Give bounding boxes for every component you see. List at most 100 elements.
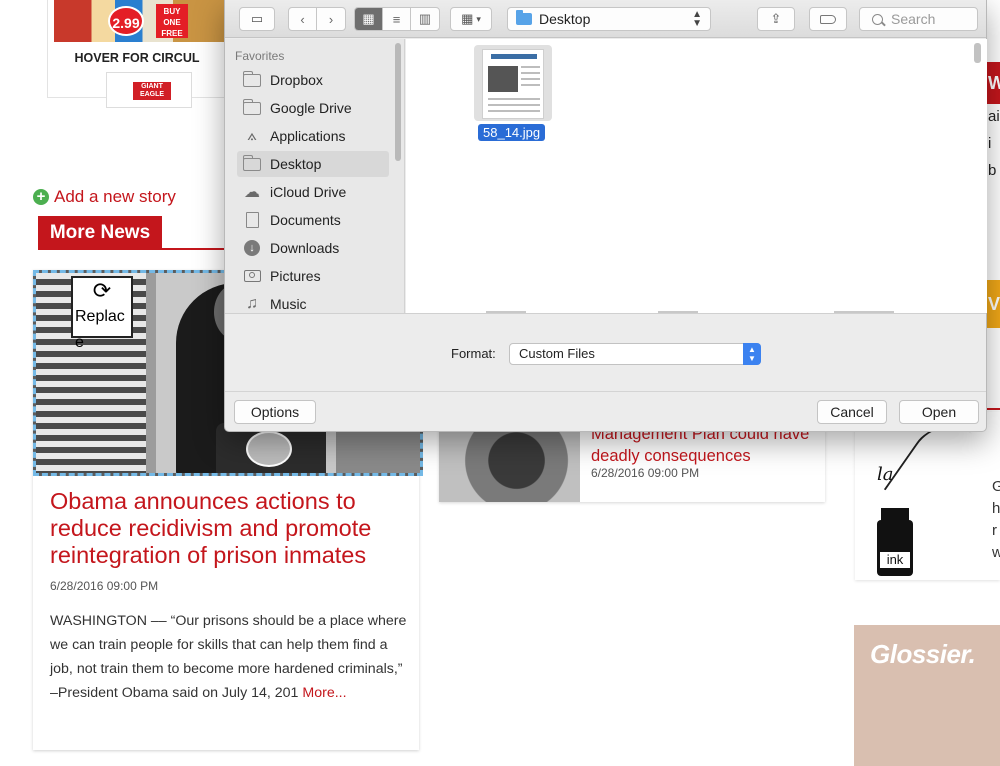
circular-ad[interactable]: 2.99 BUY ONE FREE HOVER FOR CIRCUL GIANT…: [47, 0, 225, 108]
search-input[interactable]: Search: [859, 7, 978, 31]
applications-icon: ⟑: [247, 127, 257, 144]
tag-icon: [820, 14, 836, 24]
right-story-la: la: [877, 464, 894, 485]
options-button[interactable]: Options: [234, 400, 316, 424]
right-story-text: G h r w: [992, 476, 1000, 564]
section-tab-bar: More News: [38, 216, 224, 250]
share-button[interactable]: ⇪: [757, 7, 795, 31]
giant-eagle-logo: GIANT EAGLE: [133, 82, 171, 100]
ad-logo-box: GIANT EAGLE: [106, 72, 192, 108]
glossier-ad[interactable]: Glossier.: [854, 625, 1000, 766]
updown-arrows-icon: ▲ ▼: [743, 343, 761, 365]
folder-icon: [516, 10, 532, 25]
sidebar-item-icloud-drive[interactable]: ☁ iCloud Drive: [237, 179, 389, 205]
right-edge-yellow-button[interactable]: V: [987, 280, 1000, 328]
view-mode-buttons: ▦ ≡ ▥: [354, 7, 440, 31]
tab-more-news[interactable]: More News: [38, 216, 162, 250]
camera-icon: [243, 268, 261, 284]
ink-label: ink: [880, 552, 910, 568]
sidebar-toggle-button[interactable]: ▭: [239, 7, 275, 31]
updown-arrows-icon: ▲ ▼: [692, 9, 702, 29]
search-icon: [872, 13, 883, 25]
right-edge-banner: W: [986, 62, 1000, 104]
file-scrollbar[interactable]: [974, 43, 981, 63]
newspaper-thumbnail: [482, 49, 544, 119]
sidebar-item-downloads[interactable]: ↓ Downloads: [237, 235, 389, 261]
music-note-icon: ♫: [246, 295, 258, 312]
arrange-button[interactable]: ▦ ▾: [450, 7, 492, 31]
back-button[interactable]: ‹: [289, 8, 317, 30]
replace-image-button[interactable]: ⟳ Replace: [71, 276, 133, 351]
dialog-sidebar: Favorites Dropbox Google Drive ⟑ Applica…: [225, 39, 405, 313]
ad-bogo-badge: BUY ONE FREE: [156, 4, 188, 38]
right-edge-line: ai: [988, 108, 1000, 125]
file-thumbnail[interactable]: [474, 45, 552, 121]
list-icon: ≡: [392, 11, 401, 27]
sidebar-heading: Favorites: [235, 49, 285, 63]
add-story-label: Add a new story: [54, 187, 176, 206]
add-story-link[interactable]: + Add a new story: [33, 187, 176, 207]
format-value: Custom Files: [519, 346, 595, 361]
main-story-date: 6/28/2016 09:00 PM: [50, 579, 159, 593]
chevron-down-icon: ▾: [476, 13, 481, 24]
photo-seal: [246, 431, 292, 467]
sidebar-item-documents[interactable]: Documents: [237, 207, 389, 233]
chevron-right-icon: ›: [328, 11, 334, 27]
location-label: Desktop: [539, 11, 591, 27]
nav-buttons: ‹ ›: [288, 7, 346, 31]
location-popup[interactable]: Desktop ▲ ▼: [507, 7, 711, 31]
sidebar-item-label: iCloud Drive: [270, 184, 347, 200]
forward-button[interactable]: ›: [317, 8, 345, 30]
sidebar-scrollbar[interactable]: [395, 43, 401, 161]
more-link[interactable]: More...: [302, 685, 346, 701]
format-bar: Format: Custom Files ▲ ▼: [225, 313, 986, 391]
sidebar-item-label: Pictures: [270, 268, 321, 284]
sidebar-item-label: Desktop: [270, 156, 322, 172]
grid-icon: ▦: [362, 11, 375, 26]
file-name-label[interactable]: 58_14.jpg: [478, 124, 546, 141]
sidebar-item-google-drive[interactable]: Google Drive: [237, 95, 389, 121]
sidebar-item-pictures[interactable]: Pictures: [237, 263, 389, 289]
sidebar-item-label: Music: [270, 296, 307, 312]
sidebar-item-label: Dropbox: [270, 72, 323, 88]
icon-view-button[interactable]: ▦: [355, 8, 383, 30]
sidebar-item-desktop[interactable]: Desktop: [237, 151, 389, 177]
open-button[interactable]: Open: [899, 400, 979, 424]
plus-circle-icon: +: [33, 189, 49, 205]
sidebar-icon: ▭: [250, 11, 264, 26]
main-story-headline[interactable]: Obama announces actions to reduce recidi…: [50, 488, 410, 569]
column-view-button[interactable]: ▥: [411, 8, 439, 30]
arrange-grid-icon: ▦: [461, 11, 474, 26]
ad-hover-text: HOVER FOR CIRCUL: [74, 51, 200, 65]
sidebar-item-music[interactable]: ♫ Music: [237, 291, 389, 313]
cancel-button[interactable]: Cancel: [817, 400, 887, 424]
folder-icon: [242, 98, 261, 116]
download-icon: ↓: [243, 240, 261, 256]
format-select[interactable]: Custom Files ▲ ▼: [509, 343, 761, 365]
folder-icon: [242, 70, 261, 88]
format-label: Format:: [451, 346, 496, 361]
chevron-left-icon: ‹: [300, 11, 305, 27]
search-placeholder: Search: [891, 11, 936, 27]
sidebar-item-label: Documents: [270, 212, 341, 228]
right-edge-line: i: [988, 135, 992, 152]
columns-icon: ▥: [418, 11, 432, 26]
sidebar-item-dropbox[interactable]: Dropbox: [237, 67, 389, 93]
dialog-button-bar: Options Cancel Open: [225, 391, 986, 432]
right-edge-text: ai i b: [988, 103, 1000, 184]
glossier-logo-text: Glossier.: [870, 639, 976, 669]
main-story-excerpt: WASHINGTON –– “Our prisons should be a p…: [50, 609, 410, 705]
sidebar-item-label: Downloads: [270, 240, 340, 256]
sidebar-item-applications[interactable]: ⟑ Applications: [237, 123, 389, 149]
sidebar-item-label: Applications: [270, 128, 346, 144]
replace-label: Replace: [75, 308, 125, 351]
file-browser: 58_14.jpg: [406, 39, 987, 313]
sidebar-item-label: Google Drive: [270, 100, 352, 116]
right-story-letter: h: [992, 500, 1000, 517]
right-story-letter: G: [992, 478, 1000, 495]
tag-button[interactable]: [809, 7, 847, 31]
excerpt-text: WASHINGTON –– “Our prisons should be a p…: [50, 613, 407, 701]
right-story-card: la ink G h r w: [855, 410, 1000, 580]
dialog-toolbar: ▭ ‹ › ▦ ≡ ▥ ▦ ▾ Desktop ▲ ▼ ⇪ Search: [225, 0, 986, 38]
list-view-button[interactable]: ≡: [383, 8, 411, 30]
